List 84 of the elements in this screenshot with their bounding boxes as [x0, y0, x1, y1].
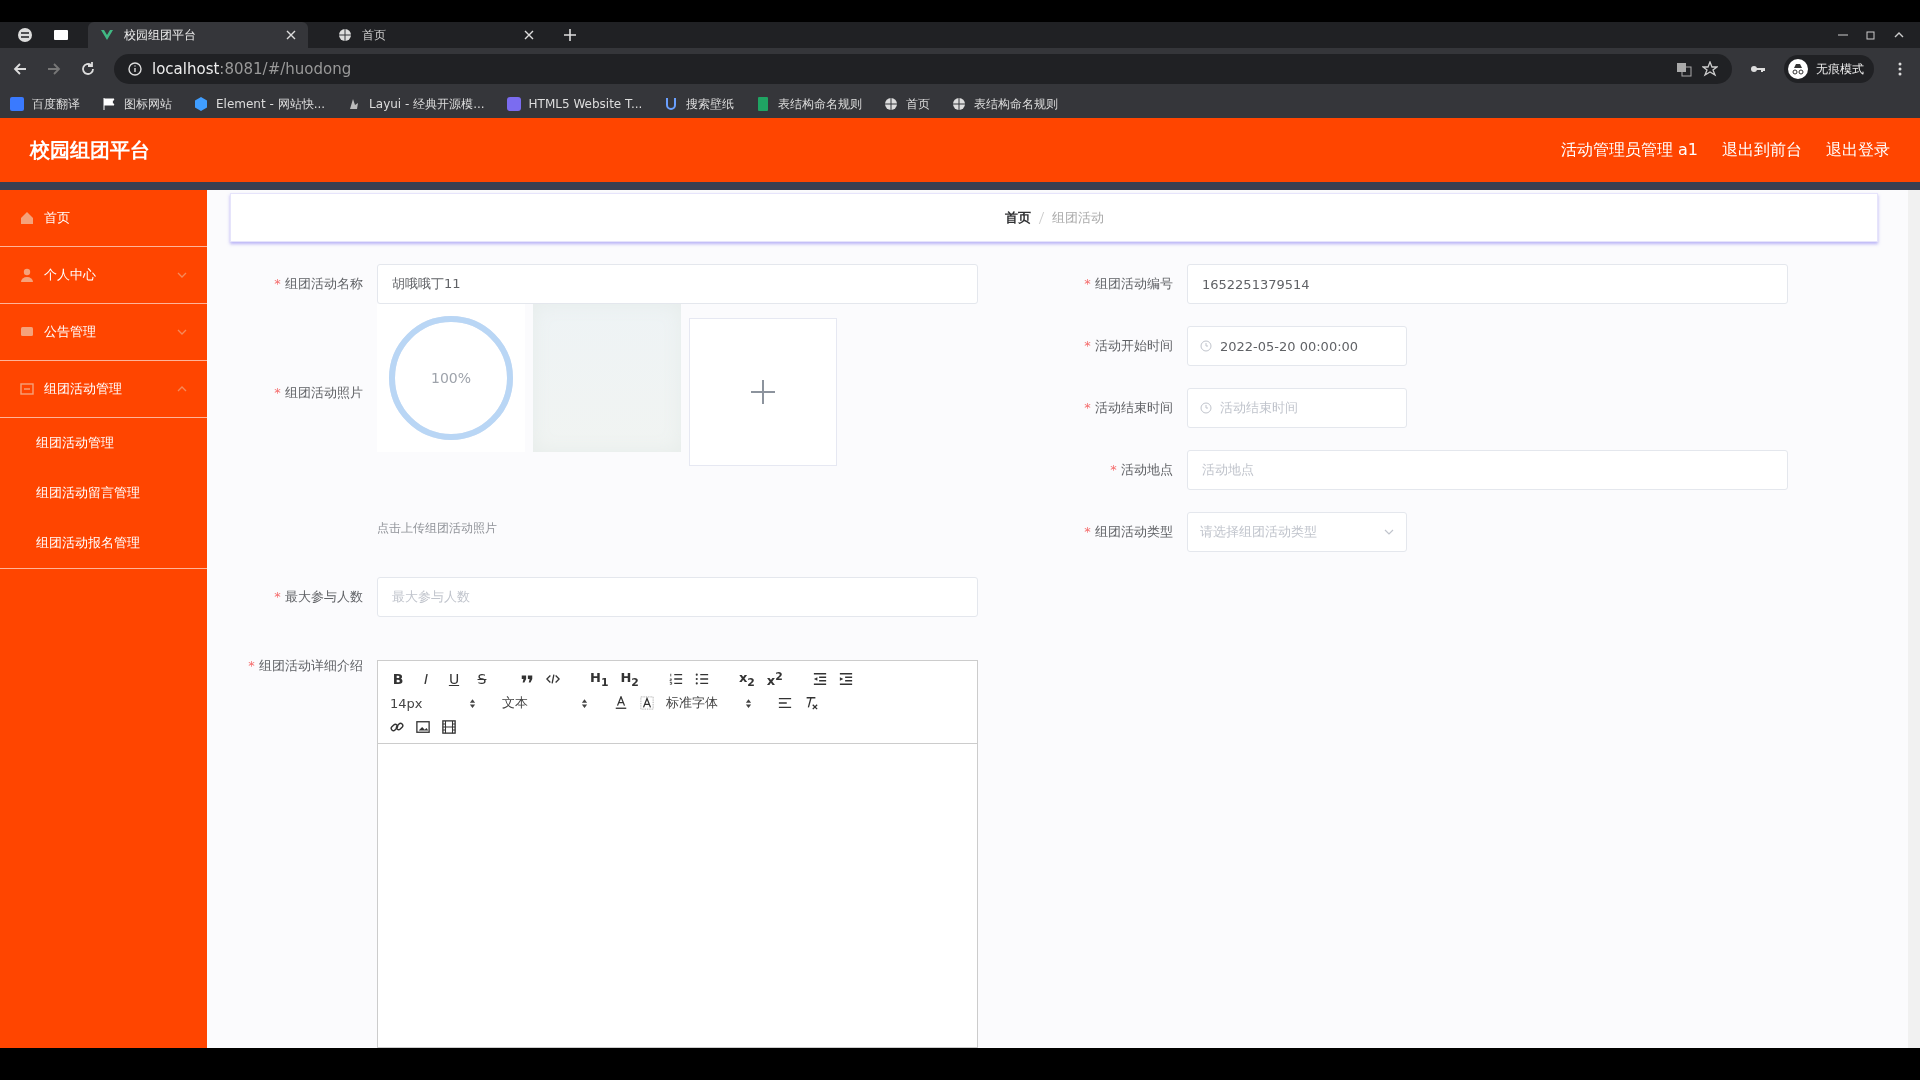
address-bar[interactable]: localhost:8081/#/huodong	[114, 54, 1732, 84]
text-field[interactable]: 1652251379514	[1187, 264, 1788, 304]
outdent-icon[interactable]	[812, 672, 827, 686]
incognito-icon	[1788, 59, 1808, 79]
info-icon	[128, 62, 142, 76]
message-icon	[20, 325, 34, 339]
numbered-list-icon[interactable]	[668, 672, 683, 686]
film-icon[interactable]	[442, 720, 456, 734]
heading-button[interactable]: H$_{2}$	[620, 669, 639, 689]
incognito-button[interactable]: 无痕模式	[1784, 55, 1874, 83]
clear-format-icon[interactable]	[804, 696, 818, 710]
sheet-icon	[756, 97, 771, 111]
bookmark[interactable]: HTML5 Website T...	[506, 97, 643, 111]
plus-icon	[751, 380, 775, 404]
bold-button[interactable]: B	[390, 671, 406, 687]
reload-icon[interactable]	[80, 61, 96, 77]
magnet-icon	[664, 97, 679, 111]
chevron-down-icon	[1384, 527, 1394, 537]
breadcrumb-link[interactable]: 首页	[1004, 208, 1031, 227]
toolbar-select[interactable]: 14px	[390, 695, 476, 711]
toolbar-select[interactable]: 标准字体	[666, 694, 752, 712]
bookmark[interactable]: 表结构命名规则	[756, 95, 863, 113]
forward-icon[interactable]	[46, 61, 62, 77]
close-icon[interactable]	[286, 30, 296, 40]
font-color-icon[interactable]	[614, 696, 628, 710]
sort-icon	[581, 697, 588, 709]
align-left-icon[interactable]	[778, 696, 792, 710]
bookmark[interactable]: 图标网站	[102, 95, 172, 113]
field-label: * 组团活动名称	[273, 275, 364, 293]
globe-icon	[952, 97, 967, 111]
field-label: * 组团活动照片	[273, 384, 364, 402]
code-icon[interactable]	[546, 672, 560, 686]
flag-icon	[102, 97, 116, 111]
strike-button[interactable]: S	[474, 671, 490, 687]
field-label: * 组团活动类型	[1083, 523, 1174, 541]
date-field[interactable]: 2022-05-20 00:00:00	[1187, 326, 1407, 366]
hexagon-icon	[194, 97, 208, 111]
field-label: * 活动结束时间	[1083, 399, 1174, 417]
field-label: * 组团活动编号	[1083, 275, 1174, 293]
text-field[interactable]: 胡哦哦丁11	[377, 264, 978, 304]
bookmark[interactable]: Element - 网站快...	[194, 95, 326, 113]
browser-tab[interactable]: 首页	[326, 22, 546, 48]
script-button[interactable]: x$^{2}$	[766, 669, 783, 689]
bookmark[interactable]: 表结构命名规则	[952, 95, 1059, 113]
person-icon	[20, 268, 34, 282]
bookmark[interactable]: 首页	[884, 95, 931, 113]
back-icon[interactable]	[12, 61, 28, 77]
progress-text: 100%	[431, 370, 471, 386]
highlight-icon[interactable]	[640, 696, 654, 710]
field-label: * 活动开始时间	[1083, 337, 1174, 355]
field-label: * 活动地点	[1109, 461, 1174, 479]
image-icon[interactable]	[416, 720, 430, 734]
globe-icon	[338, 28, 352, 42]
bookmark[interactable]: Layui - 经典开源模...	[347, 95, 485, 113]
bullet-list-icon[interactable]	[694, 672, 709, 686]
bookmark[interactable]: 搜索壁纸	[664, 95, 735, 113]
script-button[interactable]: x$_{2}$	[738, 669, 755, 689]
upload-hint: 点击上传组团活动照片	[377, 520, 498, 537]
browser-tab[interactable]: 校园组团平台	[88, 22, 308, 48]
browser-icon[interactable]	[16, 26, 34, 44]
heading-button[interactable]: H$_{1}$	[590, 669, 609, 689]
app-title: 校园组团平台	[30, 136, 150, 164]
indent-icon[interactable]	[838, 672, 853, 686]
restore-icon[interactable]	[1866, 30, 1876, 40]
vue-logo-icon	[100, 28, 114, 42]
italic-button[interactable]: I	[418, 671, 434, 687]
field-label: * 组团活动详细介绍	[247, 657, 364, 675]
close-icon[interactable]	[524, 30, 534, 40]
toolbar-select[interactable]: 文本	[502, 694, 588, 712]
list-icon	[20, 382, 34, 396]
globe-icon	[884, 97, 899, 111]
bookmark[interactable]: 百度翻译	[10, 95, 80, 113]
underline-button[interactable]: U	[446, 671, 462, 687]
field-label: * 最大参与人数	[273, 588, 364, 606]
sort-icon	[469, 697, 476, 709]
clock-icon	[1200, 340, 1212, 352]
sort-icon	[745, 697, 752, 709]
link-icon[interactable]	[390, 720, 404, 734]
home-icon	[20, 211, 34, 225]
clock-icon	[1200, 402, 1212, 414]
chevron-up-icon[interactable]	[1894, 30, 1904, 40]
rich-text-editor[interactable]: B I U S H$_{1}$ H$_{2}$ x$_{2}$ x$^{2}$ 14px 文本 标准字体	[377, 660, 978, 1048]
star-icon[interactable]	[1702, 61, 1718, 77]
new-tab-icon[interactable]	[564, 29, 576, 41]
